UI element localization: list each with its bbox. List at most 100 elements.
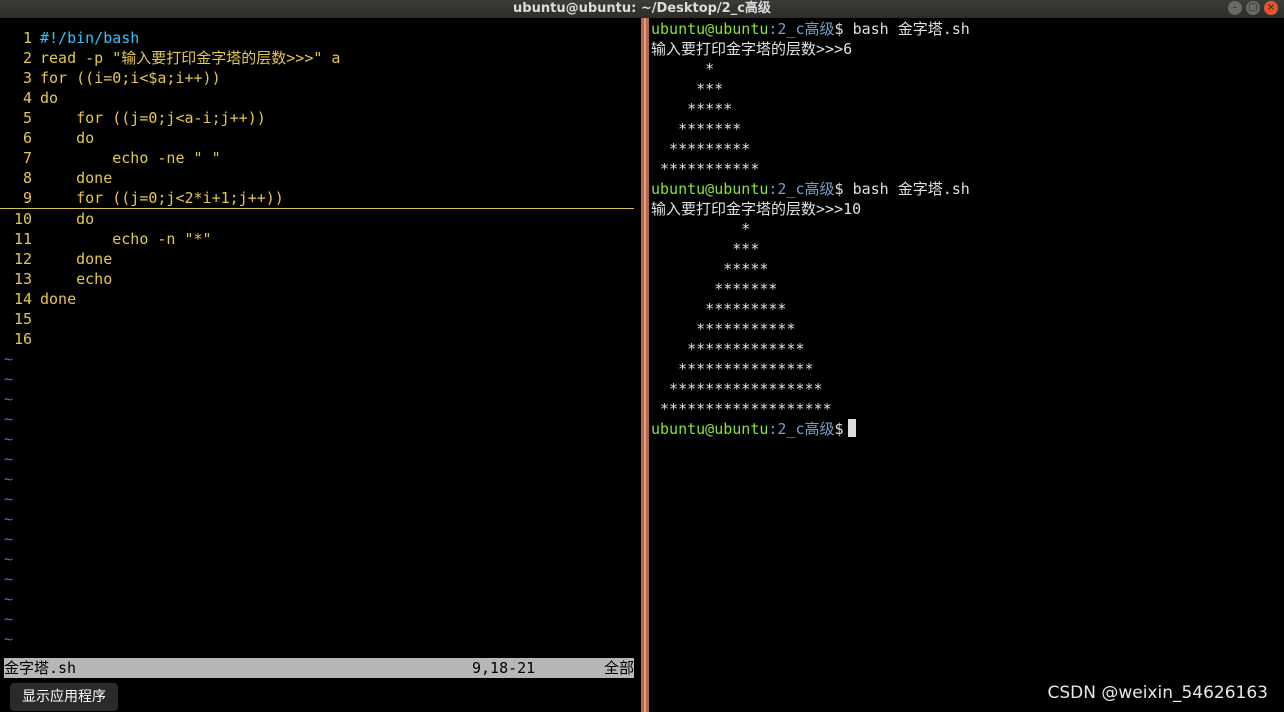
code-line: 1 #!/bin/bash <box>0 28 641 48</box>
status-cursor-position: 9,18-21 <box>472 659 536 677</box>
input-prompt-text: 输入要打印金字塔的层数>>> <box>651 40 844 58</box>
code-text: for ((j=0;j<a-i;j++)) <box>40 109 266 127</box>
prompt-path: :2_c高级 <box>768 180 835 198</box>
output-line: ************* <box>651 340 805 358</box>
window-title: ubuntu@ubuntu: ~/Desktop/2_c高级 <box>513 1 771 16</box>
input-prompt-text: 输入要打印金字塔的层数>>> <box>651 200 844 218</box>
line-number: 11 <box>13 230 32 248</box>
prompt-path: :2_c高级 <box>768 20 835 38</box>
vim-editor-pane[interactable]: 1 #!/bin/bash 2 read -p "输入要打印金字塔的层数>>>" a… <box>0 18 641 712</box>
code-text: do <box>40 210 95 228</box>
code-line: 13 echo <box>0 269 641 289</box>
code-line: 15 <box>0 309 641 329</box>
code-text: echo -ne " " <box>40 149 221 167</box>
code-line: 10 do <box>0 209 641 229</box>
tilde-marker: ~ <box>4 470 14 488</box>
code-text: done <box>40 250 113 268</box>
prompt-symbol: $ <box>834 420 844 438</box>
terminal-cursor <box>847 419 856 437</box>
tilde-marker: ~ <box>4 410 14 428</box>
line-number: 9 <box>22 189 32 207</box>
output-line: ******************* <box>651 400 832 418</box>
line-number: 14 <box>13 290 32 308</box>
tilde-marker: ~ <box>4 350 14 368</box>
status-filename: 金字塔.sh <box>4 659 77 677</box>
shebang: #!/bin/bash <box>40 29 140 47</box>
code-line: 12 done <box>0 249 641 269</box>
tilde-marker: ~ <box>4 490 14 508</box>
output-line: ***************** <box>651 380 823 398</box>
code-text: done <box>40 169 113 187</box>
code-line: 5 for ((j=0;j<a-i;j++)) <box>0 108 641 128</box>
current-code-line: 9 for ((j=0;j<2*i+1;j++)) <box>0 188 634 209</box>
tilde-marker: ~ <box>4 430 14 448</box>
output-line: ******* <box>651 120 742 138</box>
input-value: 10 <box>843 200 862 218</box>
prompt-user: ubuntu@ubuntu <box>651 20 769 38</box>
line-number: 12 <box>13 250 32 268</box>
input-prompt-line: 输入要打印金字塔的层数>>>10 <box>651 199 970 219</box>
line-number: 7 <box>22 149 32 167</box>
status-scroll: 全部 <box>603 659 634 677</box>
show-applications-tooltip: 显示应用程序 <box>10 683 118 711</box>
line-number: 1 <box>22 29 32 47</box>
code-text: read -p "输入要打印金字塔的层数>>>" a <box>40 49 341 67</box>
code-area[interactable]: 1 #!/bin/bash 2 read -p "输入要打印金字塔的层数>>>" a… <box>0 28 641 349</box>
code-text: echo <box>40 270 113 288</box>
code-line: 16 <box>0 329 641 349</box>
tilde-marker: ~ <box>4 590 14 608</box>
code-text: for ((j=0;j<2*i+1;j++)) <box>40 189 284 207</box>
line-number: 10 <box>13 210 32 228</box>
code-line: 2 read -p "输入要打印金字塔的层数>>>" a <box>0 48 641 68</box>
prompt-line[interactable]: ubuntu@ubuntu:2_c高级$ <box>651 419 970 439</box>
pane-divider[interactable] <box>641 18 649 712</box>
output-line: *** <box>651 80 724 98</box>
line-number: 3 <box>22 69 32 87</box>
csdn-watermark: CSDN @weixin_54626163 <box>1047 683 1268 703</box>
code-line: 6 do <box>0 128 641 148</box>
output-line: *********** <box>651 160 760 178</box>
code-text: do <box>40 89 59 107</box>
code-line: 7 echo -ne " " <box>0 148 641 168</box>
minimize-button[interactable]: – <box>1228 1 1242 15</box>
code-text: done <box>40 290 77 308</box>
code-line: 14 done <box>0 289 641 309</box>
prompt-line: ubuntu@ubuntu:2_c高级$ bash 金字塔.sh <box>651 19 970 39</box>
code-line: 3 for ((i=0;i<$a;i++)) <box>0 68 641 88</box>
prompt-user: ubuntu@ubuntu <box>651 420 769 438</box>
line-number: 16 <box>13 330 32 348</box>
line-number: 4 <box>22 89 32 107</box>
code-text: echo -n "*" <box>40 230 212 248</box>
command-text: bash 金字塔.sh <box>843 20 970 38</box>
code-line: 11 echo -n "*" <box>0 229 641 249</box>
output-line: * <box>651 60 715 78</box>
line-number: 2 <box>22 49 32 67</box>
prompt-symbol: $ <box>834 180 844 198</box>
input-value: 6 <box>843 40 853 58</box>
divider-highlight <box>644 18 646 712</box>
empty-line-markers: ~ ~ ~ ~ ~ ~ ~ ~ ~ ~ ~ ~ ~ ~ ~ <box>0 349 13 649</box>
line-number: 13 <box>13 270 32 288</box>
window-controls: – ▢ × <box>1228 1 1278 15</box>
tilde-marker: ~ <box>4 550 14 568</box>
line-number: 6 <box>22 129 32 147</box>
output-line: *********** <box>651 320 796 338</box>
line-number: 15 <box>13 310 32 328</box>
command-text: bash 金字塔.sh <box>843 180 970 198</box>
tilde-marker: ~ <box>4 570 14 588</box>
line-number: 8 <box>22 169 32 187</box>
output-line: ********* <box>651 140 751 158</box>
maximize-button[interactable]: ▢ <box>1246 1 1260 15</box>
code-text: do <box>40 129 95 147</box>
terminal-pane[interactable]: ubuntu@ubuntu:2_c高级$ bash 金字塔.sh 输入要打印金字… <box>649 18 1284 712</box>
output-line: ***** <box>651 260 769 278</box>
tilde-marker: ~ <box>4 370 14 388</box>
tilde-marker: ~ <box>4 510 14 528</box>
prompt-symbol: $ <box>834 20 844 38</box>
prompt-path: :2_c高级 <box>768 420 835 438</box>
terminal-output[interactable]: ubuntu@ubuntu:2_c高级$ bash 金字塔.sh 输入要打印金字… <box>651 19 970 439</box>
output-line: ******* <box>651 280 778 298</box>
close-button[interactable]: × <box>1264 1 1278 15</box>
code-line: 4 do <box>0 88 641 108</box>
tilde-marker: ~ <box>4 530 14 548</box>
